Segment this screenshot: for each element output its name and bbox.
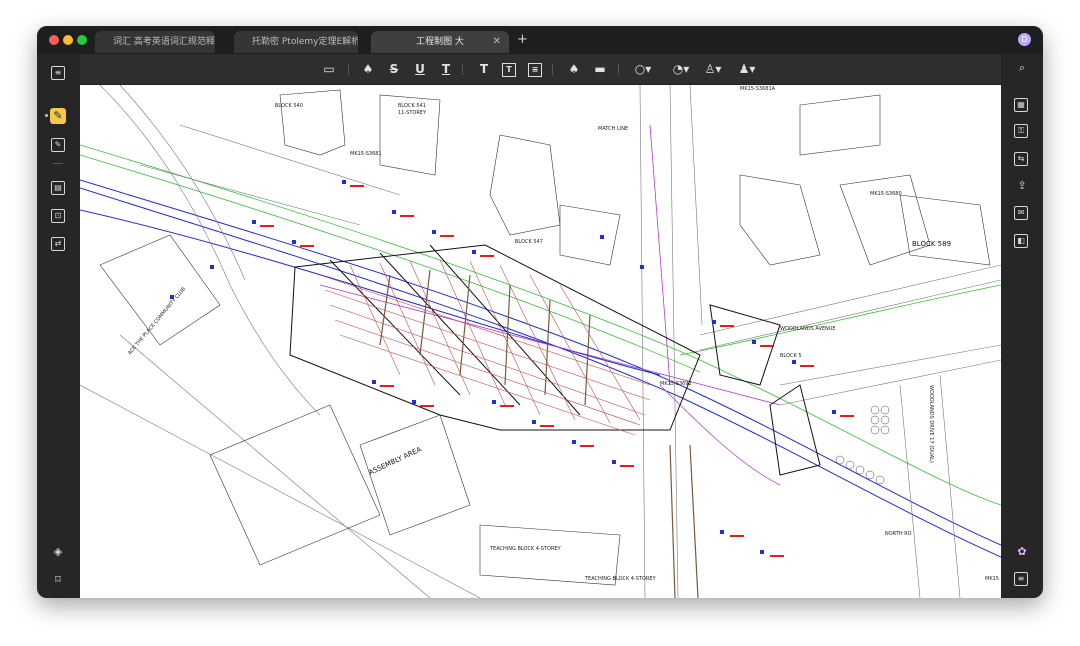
pencil-tool-icon[interactable]: ♠: [566, 61, 582, 77]
crop-pages-icon[interactable]: ⊡: [51, 209, 65, 223]
label-mk4: MK15-S3692: [660, 381, 692, 387]
shape-tool-icon[interactable]: ○▾: [632, 61, 654, 77]
avatar[interactable]: D: [1018, 33, 1031, 46]
label-block541-storey: 11-STOREY: [398, 110, 427, 116]
label-teaching-block-a: TEACHING BLOCK 4-STOREY: [489, 546, 562, 552]
divider: [53, 163, 63, 164]
close-icon[interactable]: ✕: [493, 31, 501, 53]
text-callout-tool-icon[interactable]: ≡: [528, 63, 542, 77]
edit-pdf-icon[interactable]: ✎: [51, 138, 65, 152]
station-outline: [289, 244, 821, 476]
document-canvas[interactable]: BLOCK 540 BLOCK 541 11-STOREY BLOCK 547 …: [80, 85, 1001, 598]
drawing-labels: BLOCK 540 BLOCK 541 11-STOREY BLOCK 547 …: [127, 86, 999, 582]
tree-symbols: [835, 405, 890, 485]
new-tab-button[interactable]: +: [517, 32, 528, 47]
underline-tool-icon[interactable]: U: [412, 61, 428, 77]
email-icon[interactable]: ✉: [1014, 206, 1028, 220]
tab-vocabulary[interactable]: 词汇 高考英语词汇规范释义: [95, 31, 215, 53]
tab-ptolemy[interactable]: 托勒密 Ptolemy定理E解析证明: [234, 31, 358, 53]
divider: [462, 64, 463, 75]
zoom-window-button[interactable]: [77, 35, 87, 45]
green-lines: [80, 144, 1001, 506]
text-tool-icon[interactable]: T: [476, 61, 492, 77]
save-icon[interactable]: ◧: [1014, 234, 1028, 248]
organize-pages-icon[interactable]: ▤: [51, 181, 65, 195]
label-block589: BLOCK 589: [912, 240, 951, 248]
signature-tool-icon[interactable]: ♙▾: [702, 61, 724, 77]
blue-markers: [170, 180, 836, 554]
ai-assistant-icon[interactable]: ✿: [1014, 544, 1030, 560]
close-window-button[interactable]: [49, 35, 59, 45]
eraser-tool-icon[interactable]: ▬: [592, 61, 608, 77]
highlight-tool-icon[interactable]: ♠: [360, 61, 376, 77]
note-tool-icon[interactable]: ▭: [321, 61, 337, 77]
strikethrough-tool-icon[interactable]: S: [386, 61, 402, 77]
divider: [618, 64, 619, 75]
tab-label: 词汇 高考英语词汇规范释义: [113, 37, 215, 47]
label-match-line: MATCH LINE: [598, 126, 628, 132]
label-assembly-area: ASSEMBLY AREA: [367, 445, 422, 477]
left-sidebar: ≡ ✎ ✎ ▤ ⊡ ⇄ ◈ ⌑: [37, 54, 80, 598]
title-bar: 词汇 高考英语词汇规范释义 托勒密 Ptolemy定理E解析证明 工程制图 大 …: [37, 26, 1043, 54]
divider: [348, 64, 349, 75]
reader-mode-icon[interactable]: ≡: [51, 66, 65, 80]
label-mk5: MK15: [985, 576, 999, 582]
label-mk2: MK15-S3680: [870, 191, 902, 197]
bookmark-icon[interactable]: ⌑: [50, 572, 66, 588]
comment-tool-icon[interactable]: ✎: [50, 108, 66, 124]
tab-label: 托勒密 Ptolemy定理E解析证明: [252, 37, 358, 47]
convert-icon[interactable]: ⇆: [1014, 152, 1028, 166]
app-window: 词汇 高考英语词汇规范释义 托勒密 Ptolemy定理E解析证明 工程制图 大 …: [37, 26, 1043, 598]
search-icon[interactable]: ⌕: [1014, 60, 1030, 76]
squiggly-tool-icon[interactable]: T: [438, 61, 454, 77]
label-block-colon: BLOCK 5: [780, 353, 802, 359]
label-teaching-block-b: TEACHING BLOCK 4-STOREY: [584, 576, 657, 582]
label-block547: BLOCK 547: [515, 239, 543, 245]
blue-alignment-lines: [80, 179, 1001, 558]
text-box-tool-icon[interactable]: T: [502, 63, 516, 77]
protect-icon[interactable]: ⚿: [1014, 124, 1028, 138]
right-sidebar: ⌕ ▦ ⚿ ⇆ ⇪ ✉ ◧ ✿ ≡: [1001, 54, 1043, 598]
sticker-tool-icon[interactable]: ◔▾: [670, 61, 692, 77]
building-footprints: [99, 89, 991, 586]
label-block541: BLOCK 541: [398, 103, 426, 109]
label-woodlands-drive: WOODLANDS DRIVE 17 (DUAL): [928, 385, 934, 463]
label-mk1: MK15-S3681: [350, 151, 382, 157]
label-mk3: MK15-S3681A: [740, 86, 776, 92]
tab-engineering-drawing[interactable]: 工程制图 大 ✕: [371, 31, 509, 53]
active-indicator: [45, 114, 48, 117]
label-north-road: NORTH RO: [885, 531, 912, 537]
minimize-window-button[interactable]: [63, 35, 73, 45]
label-block540: BLOCK 540: [275, 103, 303, 109]
layers-icon[interactable]: ◈: [50, 544, 66, 560]
annotation-toolbar: ▭ ♠ S U T T T ≡ ♠ ▬ ○▾ ◔▾ ♙▾ ♟▾: [80, 54, 1001, 85]
label-ace-place: ACE THE PLACE COMMUNITY CLUB: [127, 286, 187, 356]
engineering-drawing: BLOCK 540 BLOCK 541 11-STOREY BLOCK 547 …: [80, 85, 1001, 598]
comments-panel-icon[interactable]: ≡: [1014, 572, 1028, 586]
stamp-tool-icon[interactable]: ♟▾: [736, 61, 758, 77]
ocr-icon[interactable]: ▦: [1014, 98, 1028, 112]
structure-hatch: [319, 259, 651, 436]
convert-pdf-icon[interactable]: ⇄: [51, 237, 65, 251]
label-woodlands-avenue: WOODLANDS AVENUE: [780, 326, 836, 332]
share-icon[interactable]: ⇪: [1014, 178, 1030, 194]
divider: [552, 64, 553, 75]
tab-label: 工程制图 大: [416, 37, 464, 47]
